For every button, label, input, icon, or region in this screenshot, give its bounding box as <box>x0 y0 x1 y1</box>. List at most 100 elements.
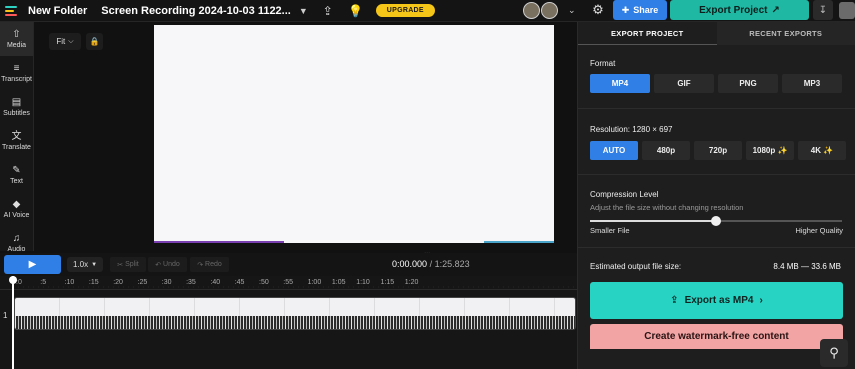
chevron-down-icon[interactable]: ⌄ <box>568 5 576 16</box>
sidebar-item-transcript[interactable]: ≡ Transcript <box>0 56 33 90</box>
sidebar-item-media[interactable]: ⇧ Media <box>0 22 33 56</box>
app-logo-icon[interactable] <box>0 0 22 22</box>
ai-voice-icon: ◆ <box>12 198 21 210</box>
track-number: 1 <box>3 311 8 320</box>
ruler-tick-label: :30 <box>161 279 172 286</box>
estimated-size-value: 8.4 MB — 33.6 MB <box>773 262 841 271</box>
chevron-down-icon: ⌵ <box>68 37 74 45</box>
panel-tabs: EXPORT PROJECT RECENT EXPORTS <box>578 22 855 45</box>
user-avatar[interactable] <box>839 2 855 19</box>
resolution-option-480p[interactable]: 480p <box>642 141 690 160</box>
video-bottom-strip <box>154 241 284 243</box>
fit-dropdown[interactable]: Fit ⌵ <box>49 33 81 50</box>
sidebar-item-label: Subtitles <box>3 109 30 117</box>
upload-icon[interactable]: ⇪ <box>320 3 336 19</box>
ruler-tick-label: :35 <box>186 279 196 286</box>
chevron-down-icon: ▼ <box>91 261 98 268</box>
format-option-png[interactable]: PNG <box>718 74 778 93</box>
video-clip[interactable] <box>14 297 576 330</box>
ruler-dots <box>16 286 576 288</box>
ruler-tick-label: :45 <box>234 279 245 286</box>
resolution-option-4k[interactable]: 4K ✨ <box>798 141 846 160</box>
time-display: 0:00.000 / 1:25.823 <box>392 259 470 269</box>
tab-export-project[interactable]: EXPORT PROJECT <box>578 22 717 45</box>
project-name[interactable]: Screen Recording 2024-10-03 1122... <box>101 5 291 17</box>
slider-knob[interactable] <box>711 216 721 226</box>
cloud-upload-icon: ⇧ <box>12 28 21 40</box>
gear-icon[interactable]: ⚙ <box>590 2 606 19</box>
ruler-tick-label: 1:05 <box>331 279 346 286</box>
export-project-button[interactable]: Export Project ↗ <box>670 0 809 20</box>
share-button[interactable]: ✚ Share <box>613 0 667 20</box>
sidebar-item-label: Transcript <box>1 75 32 83</box>
transcript-icon: ≡ <box>13 62 20 74</box>
format-option-mp4[interactable]: MP4 <box>590 74 650 93</box>
ruler-tick-label: 1:00 <box>307 279 322 286</box>
ruler-tick-label: :25 <box>137 279 148 286</box>
text-icon: ✎ <box>12 164 21 176</box>
lightbulb-icon[interactable]: 💡 <box>348 3 364 19</box>
ruler-tick-label: 1:10 <box>356 279 370 286</box>
resolution-option-auto[interactable]: AUTO <box>590 141 638 160</box>
search-icon[interactable]: ⚲ <box>820 339 848 367</box>
playhead-handle[interactable] <box>9 276 17 284</box>
watermark-free-button[interactable]: Create watermark-free content <box>590 324 843 349</box>
play-button[interactable]: ▶ <box>4 255 61 274</box>
split-label: Split <box>125 261 139 268</box>
sidebar-item-translate[interactable]: 文 Translate <box>0 124 33 158</box>
download-icon[interactable]: ↧ <box>813 0 833 20</box>
canvas-area: Fit ⌵ 🔒 <box>34 22 577 251</box>
sidebar-item-text[interactable]: ✎ Text <box>0 158 33 192</box>
compression-slider[interactable] <box>590 216 842 226</box>
clip-thumbnails <box>15 298 575 316</box>
collaborator-avatar[interactable] <box>541 2 558 19</box>
video-bottom-strip <box>484 241 554 243</box>
export-panel: EXPORT PROJECT RECENT EXPORTS Format MP4… <box>577 22 855 369</box>
slider-fill <box>590 220 716 222</box>
speed-dropdown[interactable]: 1.0x ▼ <box>67 257 103 272</box>
collaborator-avatar[interactable] <box>523 2 540 19</box>
undo-label: Undo <box>163 261 180 268</box>
lock-icon[interactable]: 🔒 <box>86 33 103 50</box>
chevron-right-icon: › <box>759 295 763 306</box>
tab-recent-exports[interactable]: RECENT EXPORTS <box>716 22 855 45</box>
speed-value: 1.0x <box>72 260 89 269</box>
resolution-option-1080p[interactable]: 1080p ✨ <box>746 141 794 160</box>
format-selector: MP4 GIF PNG MP3 <box>590 74 842 93</box>
folder-name[interactable]: New Folder <box>28 5 87 17</box>
split-button[interactable]: ✂ Split <box>110 257 146 272</box>
sidebar-item-subtitles[interactable]: ▤ Subtitles <box>0 90 33 124</box>
format-option-gif[interactable]: GIF <box>654 74 714 93</box>
export-mp4-label: Export as MP4 <box>684 295 754 306</box>
chevron-down-icon[interactable]: ▼ <box>299 6 308 16</box>
scissors-icon: ✂ <box>117 261 126 269</box>
timeline[interactable]: :0:5:10:15:20:25:30:35:40:45:50:55 1:00 1:… <box>0 276 577 369</box>
ruler-tick-label: :10 <box>64 279 75 286</box>
playback-bar: ▶ 1.0x ▼ ✂ Split ↶ Undo ↷ Redo 0:00.000 … <box>0 253 577 276</box>
sidebar-item-ai-voice[interactable]: ◆ AI Voice <box>0 192 33 226</box>
share-label: Share <box>633 5 659 15</box>
fit-label: Fit <box>56 37 66 46</box>
undo-button[interactable]: ↶ Undo <box>148 257 187 272</box>
export-icon: ⇪ <box>670 295 679 306</box>
current-time: 0:00.000 <box>392 259 428 269</box>
redo-label: Redo <box>205 261 222 268</box>
export-mp4-button[interactable]: ⇪ Export as MP4 › <box>590 282 843 319</box>
redo-button[interactable]: ↷ Redo <box>190 257 229 272</box>
duration: / 1:25.823 <box>429 259 470 269</box>
sidebar-item-label: Media <box>6 41 27 49</box>
export-icon: ↗ <box>771 4 780 16</box>
video-preview[interactable] <box>154 25 554 243</box>
divider <box>578 108 855 109</box>
timeline-ruler[interactable]: :0:5:10:15:20:25:30:35:40:45:50:55 1:00 1:… <box>0 276 577 290</box>
playhead[interactable] <box>12 276 14 369</box>
resolution-option-720p[interactable]: 720p <box>694 141 742 160</box>
ruler-tick-label: :55 <box>283 279 294 286</box>
export-project-label: Export Project <box>699 4 768 16</box>
format-option-mp3[interactable]: MP3 <box>782 74 842 93</box>
sidebar-item-label: Audio <box>7 245 26 253</box>
sidebar-item-label: Text <box>10 177 23 185</box>
upgrade-button[interactable]: UPGRADE <box>375 4 435 17</box>
format-label: Format <box>590 59 616 68</box>
subtitles-icon: ▤ <box>11 96 22 108</box>
